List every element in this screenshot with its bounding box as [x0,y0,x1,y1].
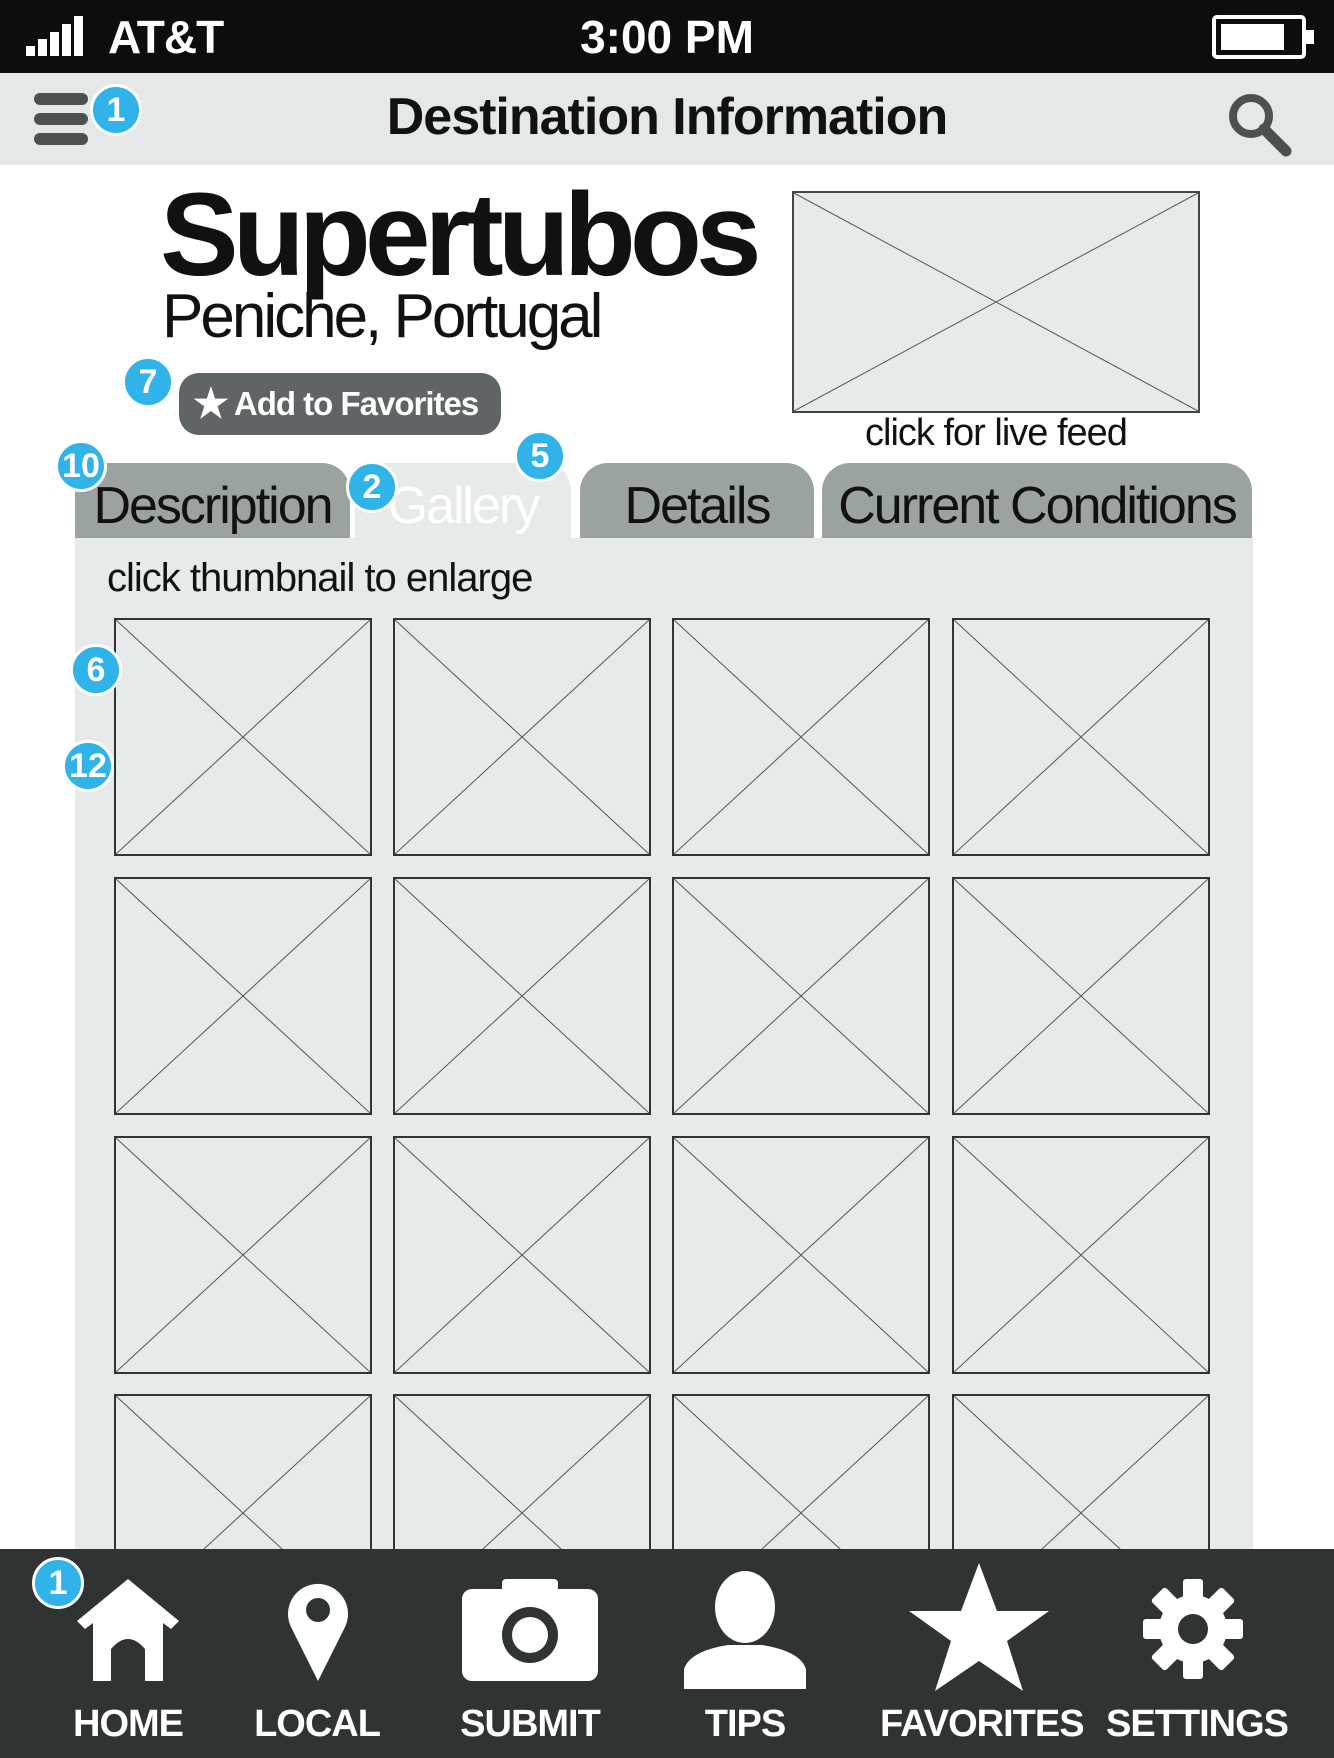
home-icon [77,1579,179,1681]
tab-favorites-label: FAVORITES [880,1703,1085,1745]
gallery-thumbnail[interactable] [114,877,372,1115]
gallery-thumbnail[interactable] [952,877,1210,1115]
image-placeholder-icon [954,620,1208,854]
gallery-thumbnail[interactable] [952,1136,1210,1374]
gallery-thumbnail[interactable] [393,1136,651,1374]
image-placeholder-icon [674,620,928,854]
status-time: 3:00 PM [580,11,754,63]
gallery-thumbnail[interactable] [114,618,372,856]
tab-tips[interactable]: TIPS [670,1549,820,1758]
tab-tips-label: TIPS [704,1703,786,1745]
tab-current-conditions[interactable]: Current Conditions [822,463,1252,539]
tab-favorites[interactable]: FAVORITES [880,1549,1085,1758]
star-icon: ★ [193,382,229,426]
image-placeholder-icon [116,620,370,854]
bottom-tab-bar: HOME LOCAL SUBMIT TIPS FAVORITES SETTING… [0,1549,1334,1758]
add-to-favorites-label: Add to Favorites [233,385,479,422]
image-placeholder-icon [395,879,649,1113]
destination-name: Supertubos [160,169,762,301]
page-title: Destination Information [386,88,949,146]
image-placeholder-icon [395,1138,649,1372]
annotation-badge: 7 [122,356,174,408]
image-placeholder-icon [395,620,649,854]
tab-settings-label: SETTINGS [1106,1703,1289,1745]
tab-settings[interactable]: SETTINGS [1106,1549,1289,1758]
tab-local-label: LOCAL [254,1703,381,1745]
map-pin-icon [288,1583,348,1681]
image-placeholder-icon [674,879,928,1113]
gallery-thumbnail[interactable] [114,1136,372,1374]
gallery-thumbnail[interactable] [393,877,651,1115]
navigation-bar: Destination Information [0,73,1334,165]
add-to-favorites-button[interactable]: ★ Add to Favorites [179,373,501,435]
gallery-hint: click thumbnail to enlarge [107,556,533,600]
gallery-thumbnail[interactable] [672,877,930,1115]
image-placeholder-icon [954,879,1208,1113]
image-placeholder-icon [116,879,370,1113]
annotation-badge: 5 [514,430,566,482]
tab-home-label: HOME [73,1703,184,1745]
gear-icon [1143,1579,1243,1679]
gallery-thumbnail[interactable] [952,618,1210,856]
star-icon [909,1563,1049,1691]
status-bar: AT&T 3:00 PM [0,0,1334,73]
person-icon [684,1571,806,1689]
annotation-badge: 2 [346,461,398,513]
tab-description[interactable]: Description [75,463,350,539]
annotation-badge: 6 [70,644,122,696]
image-placeholder-icon [954,1138,1208,1372]
image-placeholder-icon [794,193,1198,411]
destination-location: Peniche, Portugal [162,282,603,351]
gallery-thumbnail[interactable] [672,618,930,856]
live-feed-caption: click for live feed [865,412,1128,454]
gallery-thumbnail[interactable] [393,618,651,856]
gallery-thumbnail[interactable] [672,1136,930,1374]
tab-local[interactable]: LOCAL [242,1549,392,1758]
search-icon[interactable] [1226,91,1292,157]
tab-details[interactable]: Details [580,463,814,539]
annotation-badge: 12 [62,740,114,792]
battery-icon [1212,15,1314,59]
tab-submit-label: SUBMIT [460,1703,601,1745]
annotation-badge: 10 [55,440,107,492]
camera-icon [462,1579,598,1681]
image-placeholder-icon [116,1138,370,1372]
tab-submit[interactable]: SUBMIT [450,1549,610,1758]
live-feed-placeholder[interactable] [792,191,1200,413]
annotation-badge: 1 [32,1557,84,1609]
image-placeholder-icon [674,1138,928,1372]
annotation-badge: 1 [90,84,142,136]
